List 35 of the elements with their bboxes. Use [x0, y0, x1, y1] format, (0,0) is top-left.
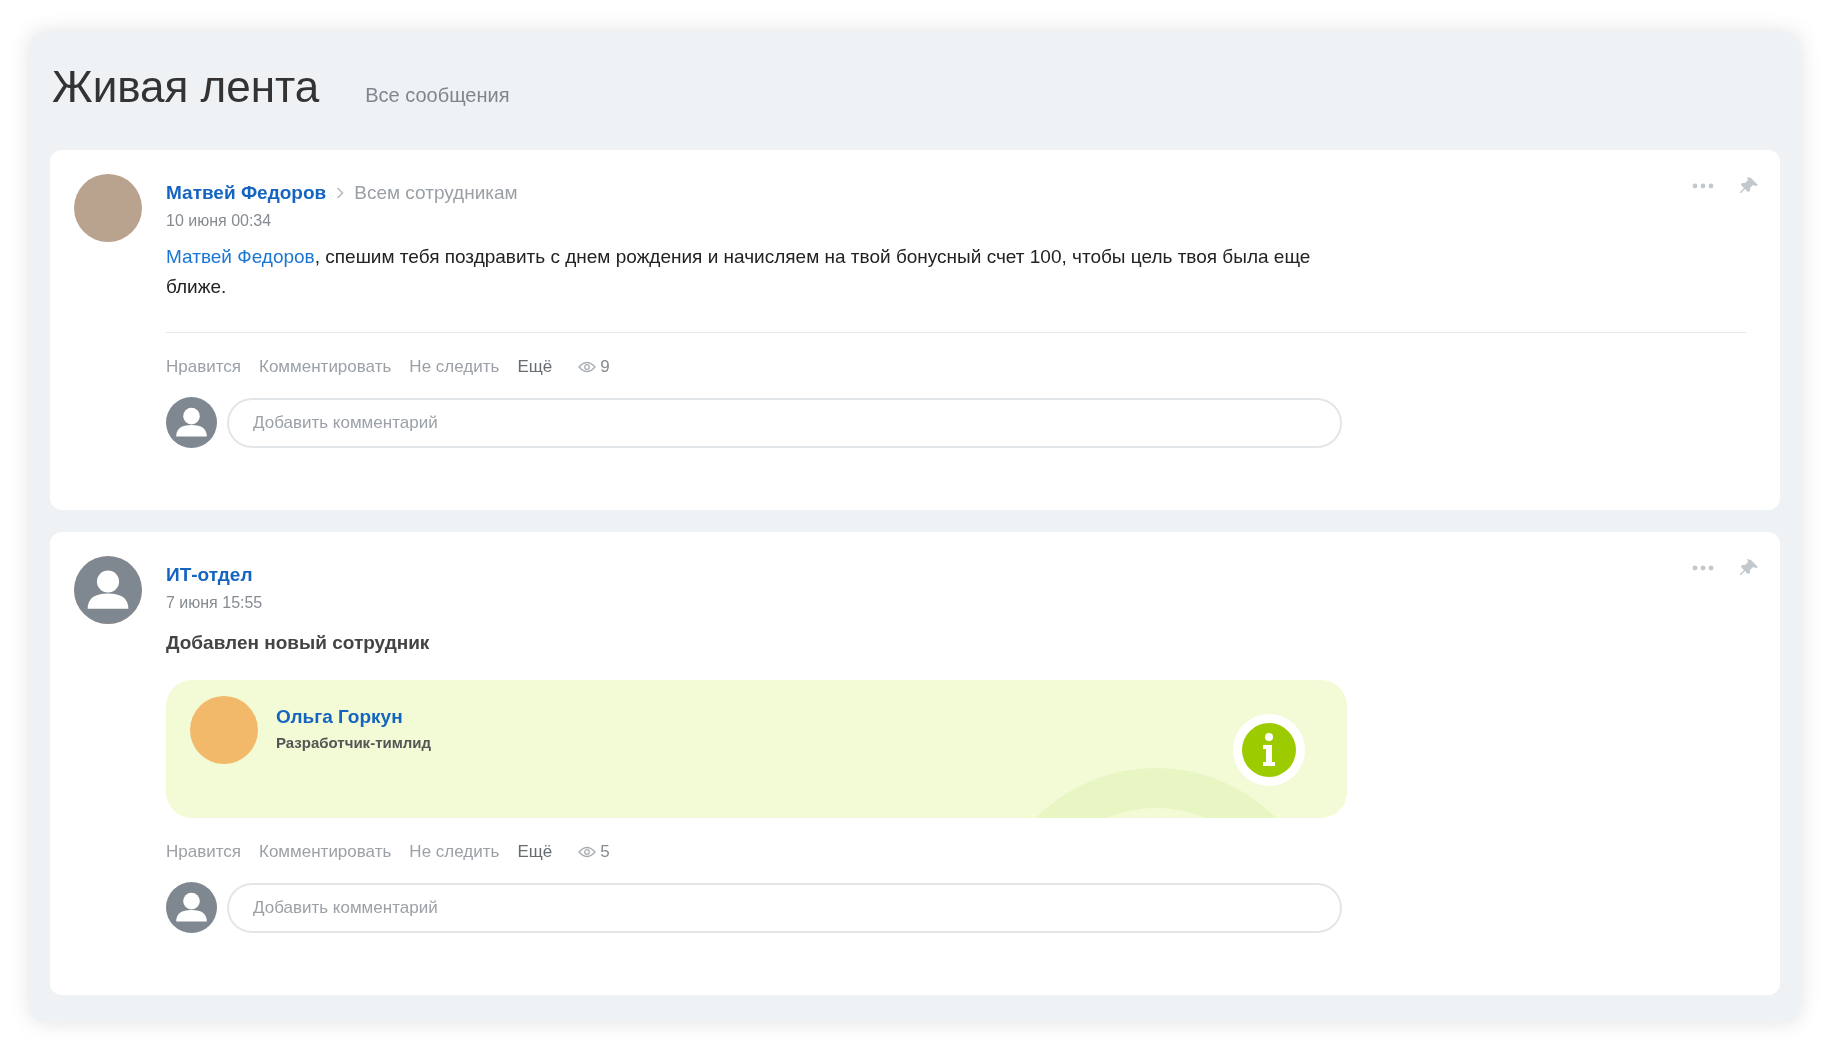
author-link[interactable]: ИТ-отдел	[166, 564, 253, 586]
post-action-link[interactable]: Не следить	[409, 357, 500, 377]
user-silhouette-icon	[74, 556, 142, 624]
post-action-link[interactable]: Комментировать	[259, 842, 392, 862]
recipient-label[interactable]: Всем сотрудникам	[354, 182, 518, 204]
post-action-link[interactable]: Ещё	[517, 357, 553, 377]
employee-role: Разработчик-тимлид	[276, 734, 432, 751]
post-action-link[interactable]: Комментировать	[259, 357, 392, 377]
post-date: 7 июня 15:55	[166, 594, 264, 612]
author-link[interactable]: Матвей Федоров	[166, 182, 327, 204]
comment-input-field[interactable]: Добавить комментарий	[227, 882, 1342, 933]
view-count: 9	[600, 357, 610, 377]
post-action-link[interactable]: Ещё	[517, 842, 553, 862]
more-icon[interactable]	[1692, 565, 1714, 571]
comment-input-field[interactable]: Добавить комментарий	[227, 397, 1342, 448]
mention-link[interactable]: Матвей Федоров	[166, 246, 315, 267]
post-text: Добавлен новый сотрудник	[166, 631, 431, 655]
page-title: Живая лента	[52, 62, 320, 112]
view-count: 5	[600, 842, 610, 862]
post-action-link[interactable]: Нравится	[166, 842, 241, 862]
post-action-link[interactable]: Не следить	[409, 842, 500, 862]
eye-icon	[578, 846, 597, 858]
chevron-right-icon	[336, 187, 345, 199]
info-icon	[1233, 714, 1305, 786]
post-action-link[interactable]: Нравится	[166, 357, 241, 377]
user-silhouette-icon	[166, 882, 217, 933]
eye-icon	[578, 361, 597, 373]
post-text: Матвей Федоров, спешим тебя поздравить с днем рождения и начисляем на твой бонусный счет 100, чтобы цель твоя была еще ближе.	[166, 245, 1312, 299]
user-silhouette-icon	[166, 397, 217, 448]
pin-icon[interactable]	[1740, 558, 1760, 578]
employee-name-link[interactable]: Ольга Горкун	[276, 706, 432, 728]
pin-icon[interactable]	[1740, 176, 1760, 196]
more-icon[interactable]	[1692, 183, 1714, 189]
feed-filter[interactable]: Все сообщения	[365, 84, 510, 107]
post-date: 10 июня 00:34	[166, 212, 273, 230]
